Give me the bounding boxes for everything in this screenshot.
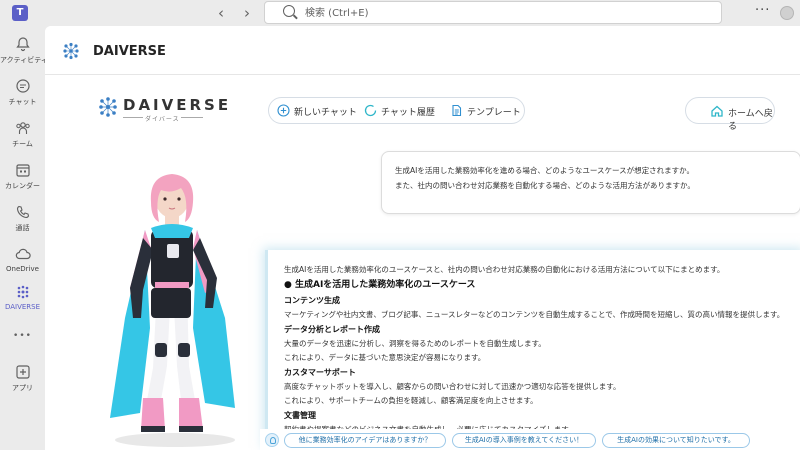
main-panel: DAIVERSE DAIVERSE ダイバース 新しいチャット チャット履歴 テ… [45,26,800,450]
rail-item-label: アクティビティ [0,56,48,64]
brand-subtitle: ダイバース [145,116,180,123]
home-button[interactable]: ホームへ戻る [685,97,775,132]
chevron-right-icon[interactable]: › [244,4,250,22]
rail-item-more[interactable]: ••• [0,328,45,368]
phone-icon [16,205,29,219]
more-options-button[interactable]: ··· [755,3,770,18]
history-icon [364,104,377,117]
suggestion-chip[interactable]: 生成AIの効果について知りたいです。 [602,433,750,448]
user-message: 生成AIを活用した業務効率化を進める場合、どのようなユースケースが想定されますか… [381,151,800,214]
rail-item-calls[interactable]: 通話 [0,204,45,244]
suggestion-bar: 他に業務効率化のアイデアはありますか？ 生成AIの導入事例を教えてください！ 生… [260,429,800,450]
document-icon [452,104,462,117]
divider [181,117,203,118]
user-message-line: また、社内の問い合わせ対応業務を自動化する場合、どのような活用方法がありますか。 [395,181,695,190]
chat-toolbar: 新しいチャット チャット履歴 テンプレート [268,97,525,124]
rail-item-daiverse[interactable]: DAIVERSE [0,284,45,324]
answer-section-title: 文書管理 [284,411,316,420]
answer-line: 高度なチャットボットを導入し、顧客からの問い合わせに対して迅速かつ適切な応答を提… [284,382,621,391]
app-rail: アクティビティ チャット チーム カレンダー 通話 OneDrive DAIVE… [0,26,48,450]
cloud-icon [15,248,31,260]
lightbulb-icon [265,433,279,447]
search-box[interactable] [264,1,722,24]
more-icon: ••• [13,331,32,341]
rail-item-teams[interactable]: チーム [0,120,45,160]
rail-item-label: チャット [8,98,37,106]
assistant-message: 生成AIを活用した業務効率化のユースケースと、社内の問い合わせ対応業務の自動化に… [265,250,800,450]
rail-item-onedrive[interactable]: OneDrive [0,246,45,286]
rail-item-calendar[interactable]: カレンダー [0,162,45,202]
rail-item-label: OneDrive [6,265,39,273]
ai-avatar-illustration [110,174,235,447]
search-input[interactable] [305,5,605,21]
bell-icon [15,37,30,52]
chat-content: DAIVERSE ダイバース 新しいチャット チャット履歴 テンプレート ホーム… [45,76,800,450]
user-avatar[interactable] [780,6,794,20]
rail-item-label: カレンダー [5,182,40,190]
calendar-icon [15,164,30,177]
daiverse-logo-icon [63,42,79,60]
chevron-left-icon[interactable]: ‹ [218,4,224,22]
rail-item-chat[interactable]: チャット [0,78,45,118]
divider [123,117,143,118]
user-message-line: 生成AIを活用した業務効率化を進める場合、どのようなユースケースが想定されますか… [395,166,694,175]
add-circle-icon [277,104,290,117]
people-icon [15,122,30,134]
answer-line: これにより、データに基づいた意思決定が容易になります。 [284,353,486,362]
brand-logo: DAIVERSE ダイバース [97,96,228,124]
search-icon [283,5,295,17]
rail-item-label: DAIVERSE [4,303,41,311]
rail-item-apps[interactable]: アプリ [0,364,45,404]
rail-item-label: チーム [12,140,33,148]
answer-section-title: カスタマーサポート [284,368,356,377]
daiverse-icon [17,285,28,299]
answer-heading: ● 生成AIを活用した業務効率化のユースケース [284,280,476,290]
teams-logo-icon: T [12,5,28,21]
answer-line: これにより、サポートチームの負担を軽減し、顧客満足度を向上させます。 [284,396,538,405]
answer-line: マーケティングや社内文書、ブログ記事、ニュースレターなどのコンテンツを自動生成す… [284,310,785,319]
chat-icon [15,79,30,93]
title-bar: T ‹ › ··· [0,0,800,26]
rail-item-label: アプリ [12,384,33,392]
suggestion-chip[interactable]: 他に業務効率化のアイデアはありますか？ [284,433,446,448]
rail-item-activity[interactable]: アクティビティ [0,36,48,76]
suggestion-chip[interactable]: 生成AIの導入事例を教えてください！ [452,433,596,448]
answer-intro: 生成AIを活用した業務効率化のユースケースと、社内の問い合わせ対応業務の自動化に… [284,265,725,274]
rail-item-label: 通話 [15,224,30,232]
answer-line: 大量のデータを迅速に分析し、洞察を得るためのレポートを自動生成します。 [284,339,546,348]
app-header: DAIVERSE [45,26,800,75]
app-title: DAIVERSE [93,44,166,59]
home-icon [711,105,723,117]
daiverse-mark-icon [99,97,117,117]
answer-section-title: データ分析とレポート作成 [284,325,380,334]
add-app-icon [15,365,30,379]
answer-section-title: コンテンツ生成 [284,296,340,305]
brand-name: DAIVERSE [123,96,232,114]
